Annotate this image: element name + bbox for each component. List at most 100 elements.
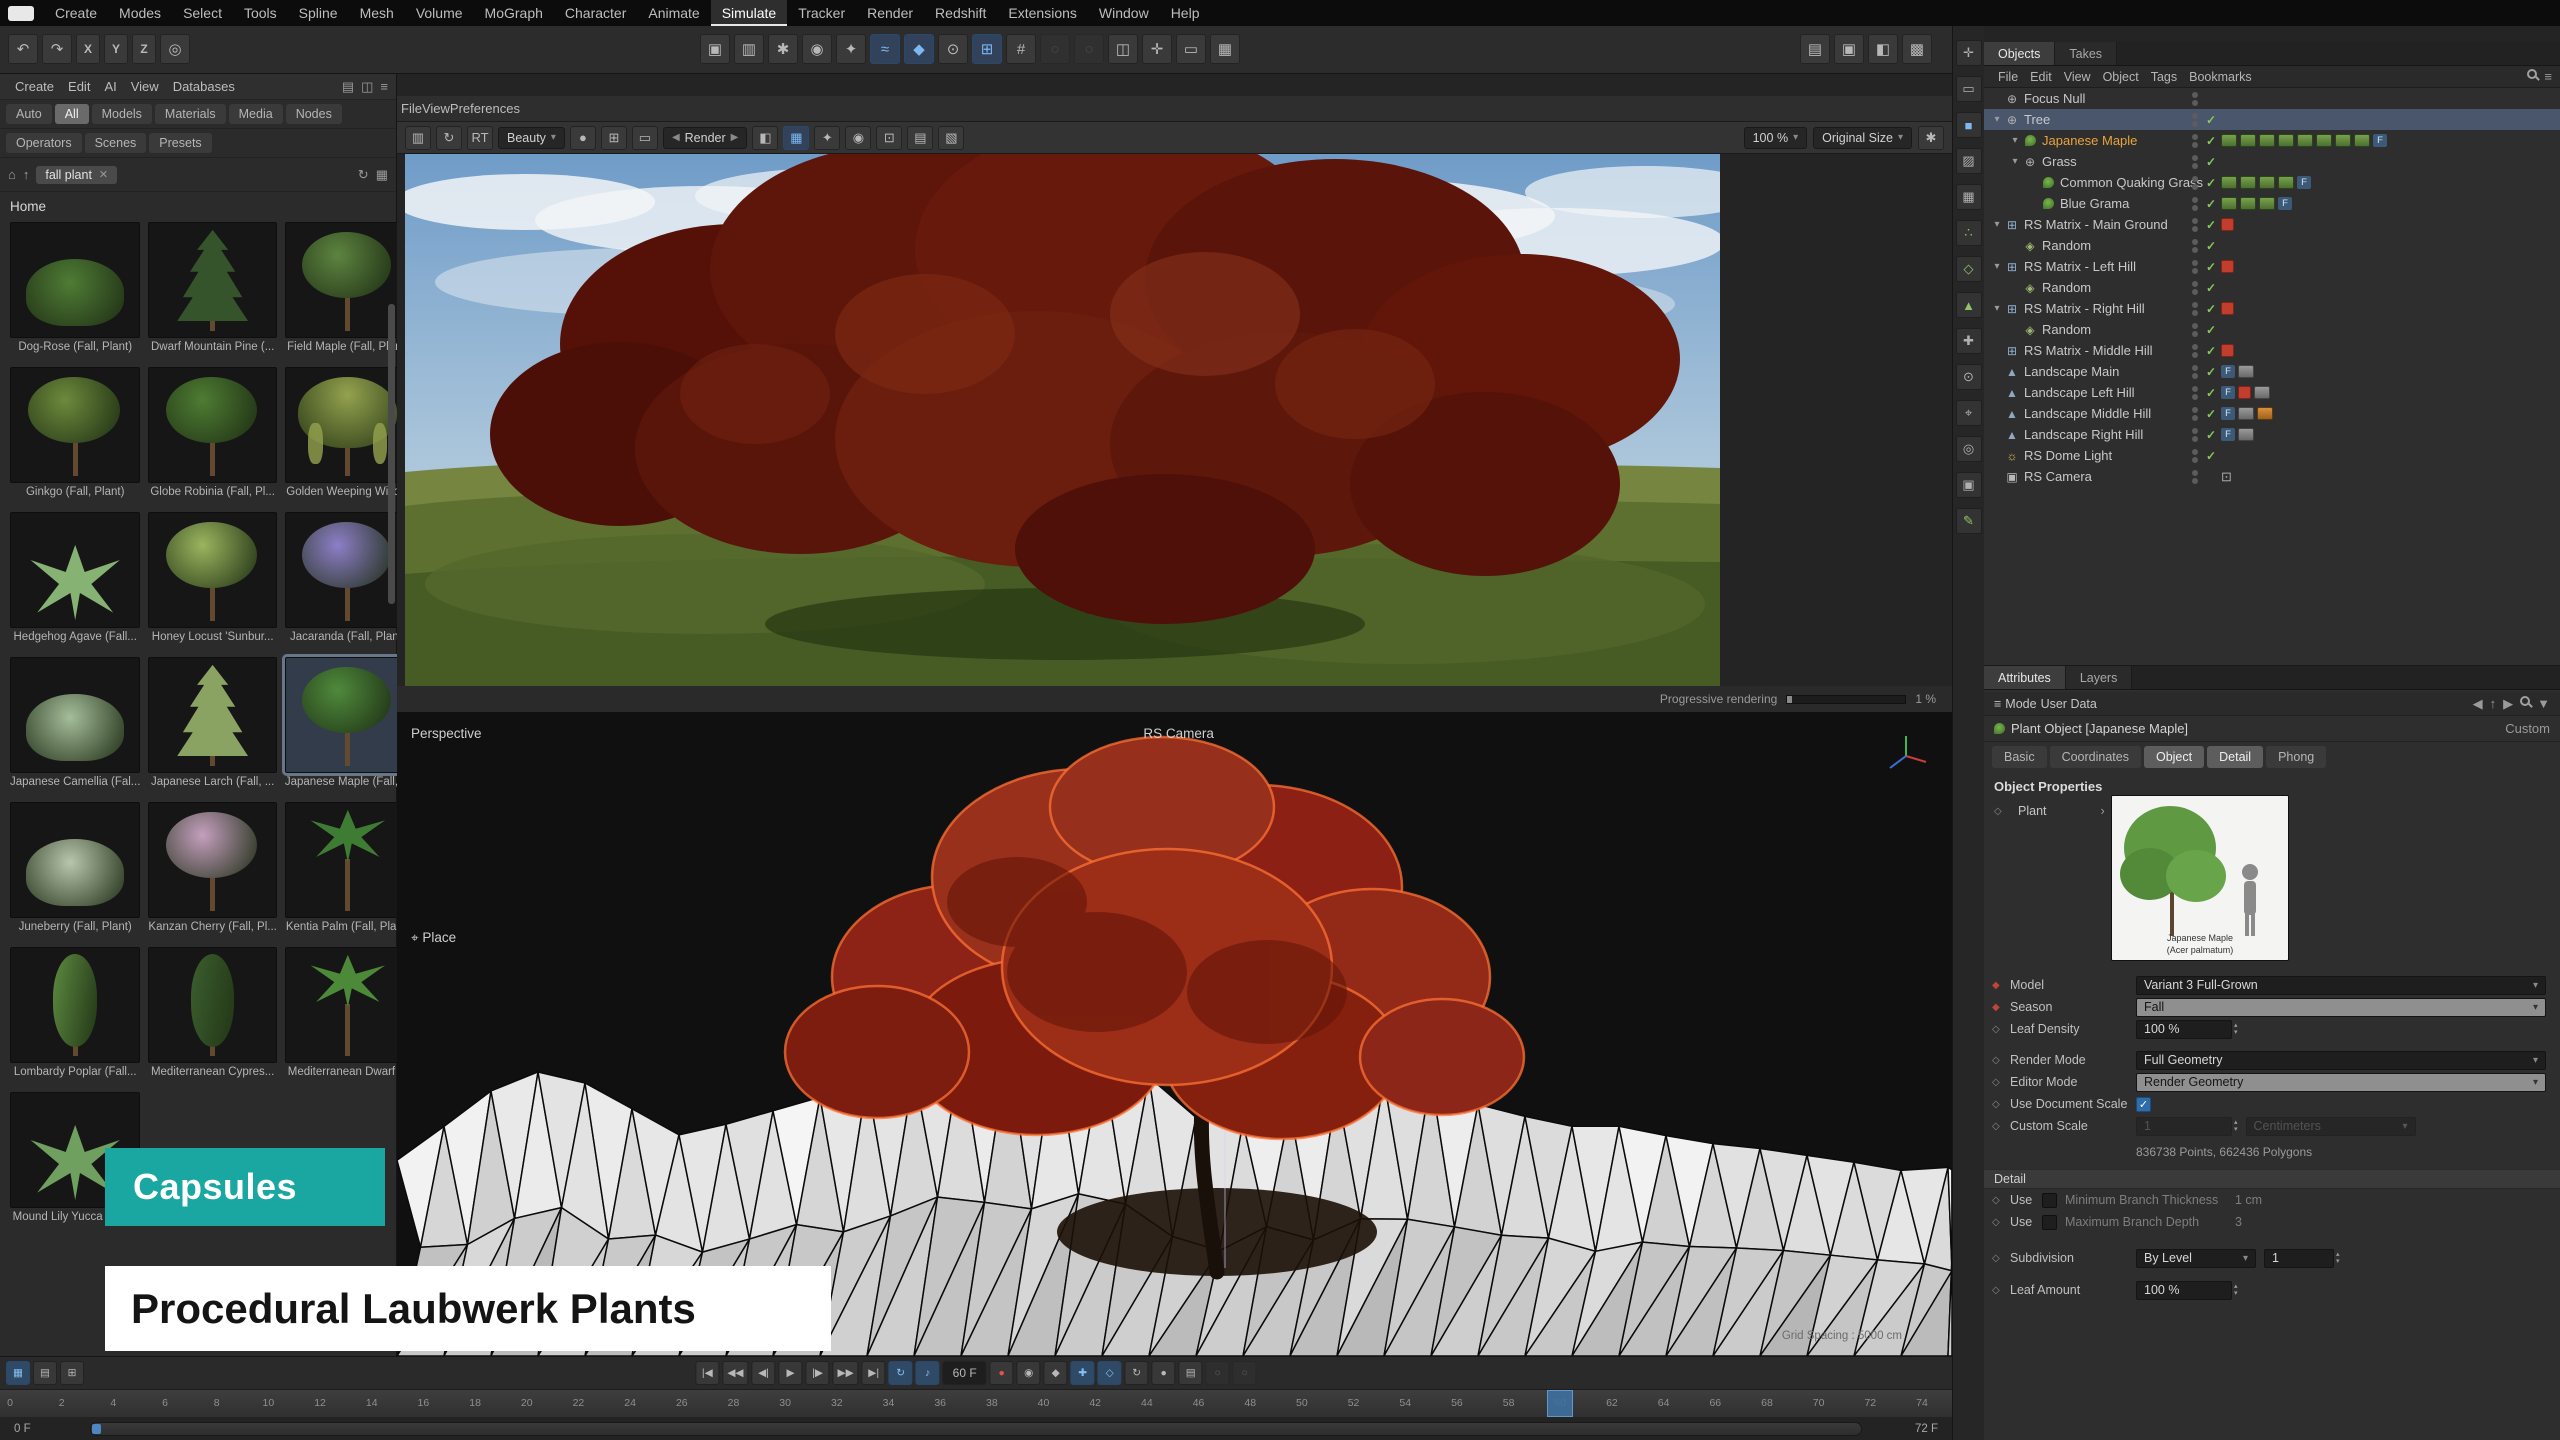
enabled-toggle[interactable]: ✓ xyxy=(2204,344,2218,358)
asset-item[interactable]: Japanese Maple (Fall, ... xyxy=(285,657,411,792)
f-tag[interactable]: F xyxy=(2221,365,2235,378)
clear-search-icon[interactable]: ✕ xyxy=(99,168,108,181)
asset-item[interactable]: Globe Robinia (Fall, Pl... xyxy=(148,367,276,502)
object-row[interactable]: ☼RS Dome Light✓ xyxy=(1984,445,2560,466)
object-row[interactable]: ▣RS Camera⊡ xyxy=(1984,466,2560,487)
rt-toggle[interactable]: RT xyxy=(467,126,493,150)
render-visibility-dot[interactable] xyxy=(2192,415,2198,421)
enabled-toggle[interactable]: ✓ xyxy=(2204,323,2218,337)
section-tab-object[interactable]: Object xyxy=(2144,746,2204,768)
restart-render-icon[interactable]: ↻ xyxy=(436,126,462,150)
home-icon[interactable]: ⌂ xyxy=(8,167,16,182)
perspective-viewport[interactable]: Perspective RS Camera ⌖ Place Grid Spaci… xyxy=(397,712,1952,1356)
object-row[interactable]: ▲Landscape Left Hill✓F xyxy=(1984,382,2560,403)
asset-item[interactable]: Japanese Larch (Fall, ... xyxy=(148,657,276,792)
enabled-toggle[interactable]: ✓ xyxy=(2204,134,2218,148)
asset-item[interactable]: Honey Locust 'Sunbur... xyxy=(148,512,276,647)
keyframe-dot[interactable]: ◇ xyxy=(1992,1121,2010,1132)
disabled-icon[interactable]: ○ xyxy=(1074,34,1104,64)
asset-menu-create[interactable]: Create xyxy=(8,79,61,94)
asset-item[interactable]: Lombardy Poplar (Fall... xyxy=(10,947,140,1082)
asset-item[interactable]: Dog-Rose (Fall, Plant) xyxy=(10,222,140,357)
spinner[interactable]: ▴▾ xyxy=(2234,1283,2238,1297)
save-image-icon[interactable]: ▥ xyxy=(405,126,431,150)
menu-render[interactable]: Render xyxy=(856,0,924,26)
render-visibility-dot[interactable] xyxy=(2192,373,2198,379)
objects-menu-bookmarks[interactable]: Bookmarks xyxy=(2183,70,2258,84)
capsule-icon[interactable]: ▭ xyxy=(1176,34,1206,64)
rv-menu-file[interactable]: File xyxy=(401,101,422,116)
menu-spline[interactable]: Spline xyxy=(288,0,349,26)
f-tag[interactable]: F xyxy=(2297,176,2311,189)
asset-item[interactable]: Mediterranean Dwarf ... xyxy=(285,947,411,1082)
size-dropdown[interactable]: Original Size ▾ xyxy=(1813,127,1912,149)
editor-visibility-dot[interactable] xyxy=(2192,218,2198,224)
render-visibility-dot[interactable] xyxy=(2192,226,2198,232)
enabled-toggle[interactable]: ✓ xyxy=(2204,155,2218,169)
menu-help[interactable]: Help xyxy=(1160,0,1211,26)
render-visibility-dot[interactable] xyxy=(2192,184,2198,190)
asset-subtab-operators[interactable]: Operators xyxy=(6,133,82,153)
render-visibility-dot[interactable] xyxy=(2192,205,2198,211)
menu-character[interactable]: Character xyxy=(554,0,637,26)
asset-subtab-presets[interactable]: Presets xyxy=(149,133,211,153)
menu-tracker[interactable]: Tracker xyxy=(787,0,856,26)
render-visibility-dot[interactable] xyxy=(2192,163,2198,169)
spline-pen-icon[interactable]: ✎ xyxy=(1956,508,1982,534)
keyframe-dot[interactable]: ◇ xyxy=(1992,1024,2010,1035)
enabled-toggle[interactable]: ✓ xyxy=(2204,260,2218,274)
spinner[interactable]: ▴▾ xyxy=(2336,1251,2340,1265)
mode-menu[interactable]: Mode xyxy=(2005,697,2036,711)
asset-icon[interactable]: ▦ xyxy=(1210,34,1240,64)
prev-key-icon[interactable]: ◀◀ xyxy=(722,1361,748,1385)
keyframe-dot[interactable]: ◆ xyxy=(1992,1002,2010,1013)
dropdown-field[interactable]: Render Geometry▾ xyxy=(2136,1073,2546,1092)
menu-modes[interactable]: Modes xyxy=(108,0,172,26)
redshift-tag-icon[interactable] xyxy=(2221,344,2234,357)
axis-y-button[interactable]: Y xyxy=(104,34,128,64)
menu-create[interactable]: Create xyxy=(44,0,108,26)
redshift-tag-icon[interactable] xyxy=(2221,260,2234,273)
menu-mograph[interactable]: MoGraph xyxy=(474,0,554,26)
enabled-toggle[interactable]: ✓ xyxy=(2204,407,2218,421)
crop-icon[interactable]: ⊡ xyxy=(876,126,902,150)
region-icon[interactable]: ▭ xyxy=(632,126,658,150)
editor-visibility-dot[interactable] xyxy=(2192,323,2198,329)
editor-visibility-dot[interactable] xyxy=(2192,365,2198,371)
minimize-icon[interactable]: ▦ xyxy=(6,1361,30,1385)
texture-mode-icon[interactable]: ▨ xyxy=(1956,148,1982,174)
editor-visibility-dot[interactable] xyxy=(2192,92,2198,98)
enabled-toggle[interactable]: ✓ xyxy=(2204,176,2218,190)
asset-tab-nodes[interactable]: Nodes xyxy=(286,104,342,124)
film-icon[interactable]: ▤ xyxy=(1800,34,1830,64)
material-chip[interactable] xyxy=(2238,428,2254,441)
dropdown-field[interactable]: Fall▾ xyxy=(2136,998,2546,1017)
editor-visibility-dot[interactable] xyxy=(2192,134,2198,140)
object-row[interactable]: ◈Random✓ xyxy=(1984,319,2560,340)
pla-key-icon[interactable]: ▤ xyxy=(1179,1361,1203,1385)
search-chip[interactable]: fall plant ✕ xyxy=(36,166,117,184)
rv-menu-view[interactable]: View xyxy=(422,101,450,116)
menu-select[interactable]: Select xyxy=(172,0,233,26)
asset-menu-databases[interactable]: Databases xyxy=(166,79,242,94)
view-options-icon[interactable]: ▦ xyxy=(376,167,388,183)
dock-icon[interactable]: ▤ xyxy=(342,79,354,95)
asset-item[interactable]: Kentia Palm (Fall, Plant) xyxy=(285,802,411,937)
content-icon[interactable]: ▩ xyxy=(1902,34,1932,64)
tweak-icon[interactable]: ✛ xyxy=(1142,34,1172,64)
model-mode-icon[interactable]: ■ xyxy=(1956,112,1982,138)
editor-visibility-dot[interactable] xyxy=(2192,281,2198,287)
camera-label[interactable]: RS Camera xyxy=(1143,726,1214,741)
axis-x-button[interactable]: X xyxy=(76,34,100,64)
number-field[interactable]: 1 xyxy=(2264,1249,2334,1268)
number-field[interactable]: 1 xyxy=(2136,1117,2232,1136)
takes-icon[interactable]: ◧ xyxy=(1868,34,1898,64)
enabled-toggle[interactable]: ✓ xyxy=(2204,113,2218,127)
tab-objects[interactable]: Objects xyxy=(1984,42,2055,65)
viewport-solo-icon[interactable]: ◎ xyxy=(1956,436,1982,462)
pass-dropdown[interactable]: Beauty ▾ xyxy=(498,127,565,149)
world-icon[interactable]: ◎ xyxy=(160,34,190,64)
object-row[interactable]: ▾⊞RS Matrix - Right Hill✓ xyxy=(1984,298,2560,319)
snap-icon[interactable]: ⊙ xyxy=(938,34,968,64)
dropdown-field[interactable]: Variant 3 Full-Grown▾ xyxy=(2136,976,2546,995)
